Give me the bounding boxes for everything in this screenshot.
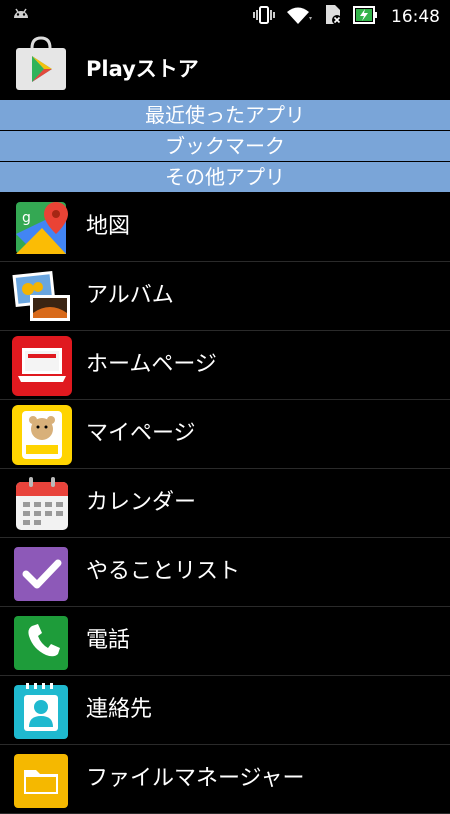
maps-icon: g — [12, 198, 72, 258]
app-label: ホームページ — [86, 352, 217, 377]
app-row-todo-list[interactable]: やることリスト — [0, 538, 450, 607]
app-label: ファイルマネージャー — [86, 766, 305, 791]
play-store-icon — [12, 36, 70, 92]
app-label: やることリスト — [86, 559, 241, 584]
status-time: 16:48 — [391, 6, 440, 27]
wifi-icon — [285, 5, 313, 29]
app-row-mypage[interactable]: マイページ — [0, 400, 450, 469]
section-bookmarks[interactable]: ブックマーク — [0, 131, 450, 161]
app-label: 地図 — [86, 214, 131, 239]
app-label: マイページ — [86, 421, 196, 446]
svg-text:g: g — [22, 210, 31, 226]
battery-charging-icon — [353, 4, 379, 30]
album-icon — [12, 267, 72, 327]
contacts-icon — [12, 681, 72, 741]
header-title: Playストア — [86, 57, 199, 81]
file-manager-icon — [12, 750, 72, 810]
sim-missing-icon — [323, 4, 343, 30]
status-bar: 16:48 — [0, 0, 450, 33]
homepage-icon — [12, 336, 72, 396]
app-row-phone[interactable]: 電話 — [0, 607, 450, 676]
app-row-file-manager[interactable]: ファイルマネージャー — [0, 745, 450, 814]
section-recent-apps[interactable]: 最近使ったアプリ — [0, 100, 450, 130]
app-row-homepage[interactable]: ホームページ — [0, 331, 450, 400]
android-debug-icon — [10, 4, 32, 30]
vibrate-icon — [253, 5, 275, 29]
phone-icon — [12, 612, 72, 672]
app-list: g 地図 アルバム ホームページ マイページ カレンダー やることリスト 電話 … — [0, 193, 450, 814]
mypage-icon — [12, 405, 72, 465]
app-header[interactable]: Playストア — [0, 33, 450, 99]
app-label: カレンダー — [86, 490, 197, 515]
calendar-icon — [12, 474, 72, 534]
app-row-maps[interactable]: g 地図 — [0, 193, 450, 262]
app-row-album[interactable]: アルバム — [0, 262, 450, 331]
app-label: 電話 — [86, 628, 131, 653]
app-label: 連絡先 — [86, 697, 153, 722]
todo-list-icon — [12, 543, 72, 603]
app-row-contacts[interactable]: 連絡先 — [0, 676, 450, 745]
app-row-calendar[interactable]: カレンダー — [0, 469, 450, 538]
section-other-apps[interactable]: その他アプリ — [0, 162, 450, 192]
app-label: アルバム — [86, 283, 174, 308]
